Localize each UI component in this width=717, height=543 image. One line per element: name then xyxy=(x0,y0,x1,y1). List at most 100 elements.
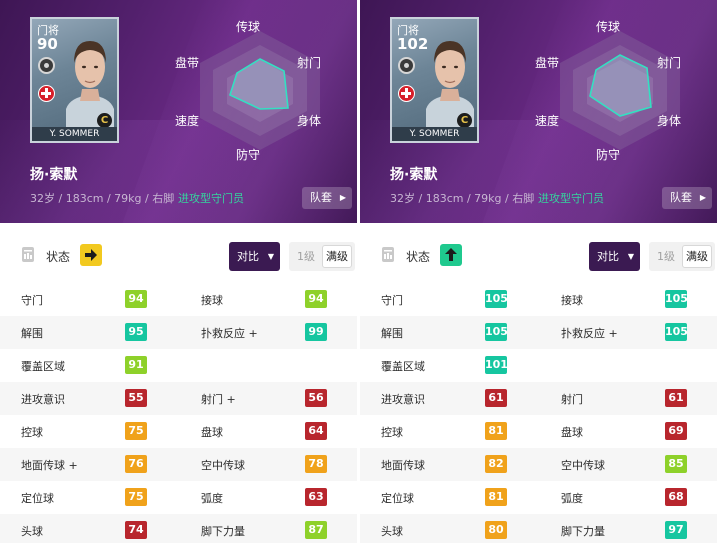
compare-button[interactable]: 对比 ▼ xyxy=(589,242,640,271)
level-1-button[interactable]: 1级 xyxy=(297,242,315,271)
squad-button-label: 队套 xyxy=(310,191,332,204)
stat-value: 61 xyxy=(485,389,507,407)
stat-value: 76 xyxy=(125,455,147,473)
radar-label-speed: 速度 xyxy=(535,114,560,128)
chevron-down-icon: ▼ xyxy=(627,252,634,261)
condition-indicator[interactable] xyxy=(440,244,462,266)
radar-label-physical: 身体 xyxy=(657,114,682,128)
status-icon xyxy=(382,247,394,262)
stat-row: 头球 80 脚下力量 97 xyxy=(360,514,717,543)
stat-name: 弧度 xyxy=(561,492,583,505)
level-1-button[interactable]: 1级 xyxy=(657,242,675,271)
stat-name: 射门 xyxy=(561,393,583,406)
stat-row: 覆盖区域 101 xyxy=(360,349,717,382)
stat-name: 接球 xyxy=(201,294,223,307)
stat-name: 守门 xyxy=(21,294,43,307)
stat-value: 69 xyxy=(665,422,687,440)
stat-name: 接球 xyxy=(561,294,583,307)
stat-row: 地面传球 + 76 空中传球 78 xyxy=(0,448,357,481)
player-portrait xyxy=(66,41,114,127)
stat-value: 105 xyxy=(665,323,688,341)
radar-label-defending: 防守 xyxy=(596,148,621,162)
player-panel-max: 门将 102 C Y. SOMMER 传球 射门 身体 防守 速度 盘带 扬·索… xyxy=(360,0,717,543)
stat-value: 94 xyxy=(305,290,327,308)
player-info: 32岁 / 183cm / 79kg / 右脚 xyxy=(390,192,535,205)
level-toggle: 1级 满级 xyxy=(289,242,355,271)
max-level-button[interactable]: 满级 xyxy=(682,245,712,268)
player-card[interactable]: 门将 90 C Y. SOMMER xyxy=(30,17,119,143)
stat-name: 覆盖区域 xyxy=(21,360,65,373)
status-label: 状态 xyxy=(46,250,71,264)
stat-name: 解围 xyxy=(381,327,403,340)
player-portrait xyxy=(426,41,474,127)
stat-value: 85 xyxy=(665,455,687,473)
stat-row: 进攻意识 61 射门 61 xyxy=(360,382,717,415)
stat-row: 地面传球 82 空中传球 85 xyxy=(360,448,717,481)
player-panel-base: 门将 90 C Y. SOMMER 传球 射门 身体 防守 速度 盘带 扬·索默… xyxy=(0,0,357,543)
compare-button[interactable]: 对比 ▼ xyxy=(229,242,280,271)
card-rating: 90 xyxy=(37,35,58,53)
stat-name: 守门 xyxy=(381,294,403,307)
radar-label-shooting: 射门 xyxy=(657,56,682,70)
squad-button-label: 队套 xyxy=(670,191,692,204)
stat-name: 定位球 xyxy=(21,492,54,505)
squad-button[interactable]: 队套 ▶ xyxy=(662,187,712,209)
stat-name: 空中传球 xyxy=(201,459,245,472)
stat-value: 74 xyxy=(125,521,147,539)
play-style[interactable]: 进攻型守门员 xyxy=(538,190,604,206)
condition-indicator[interactable] xyxy=(80,244,102,266)
ability-radar-chart: 传球 射门 身体 防守 速度 盘带 xyxy=(170,18,350,163)
stat-value: 64 xyxy=(305,422,327,440)
status-label: 状态 xyxy=(406,250,431,264)
stat-name: 扑救反应 + xyxy=(201,327,258,340)
stats-table: 守门 94 接球 94 解围 95 扑救反应 + 99 覆盖区域 91 进攻意识 55 射门 + 56 控球… xyxy=(0,283,357,543)
max-level-button[interactable]: 满级 xyxy=(322,245,352,268)
stat-name: 地面传球 + xyxy=(21,459,78,472)
stat-value: 99 xyxy=(305,323,327,341)
stat-value: 78 xyxy=(305,455,327,473)
player-info: 32岁 / 183cm / 79kg / 右脚 xyxy=(30,192,175,205)
stat-row: 定位球 75 弧度 63 xyxy=(0,481,357,514)
stat-row: 控球 75 盘球 64 xyxy=(0,415,357,448)
stat-name: 控球 xyxy=(21,426,43,439)
play-style[interactable]: 进攻型守门员 xyxy=(178,190,244,206)
stat-name: 脚下力量 xyxy=(201,525,245,538)
radar-label-dribbling: 盘带 xyxy=(535,56,560,70)
stat-value: 75 xyxy=(125,422,147,440)
stat-value: 105 xyxy=(665,290,688,308)
stat-row: 解围 95 扑救反应 + 99 xyxy=(0,316,357,349)
card-player-name: Y. SOMMER xyxy=(392,127,477,141)
stat-value: 105 xyxy=(485,323,508,341)
stat-row: 进攻意识 55 射门 + 56 xyxy=(0,382,357,415)
stat-name: 盘球 xyxy=(201,426,223,439)
player-name: 扬·索默 xyxy=(30,167,78,183)
stat-name: 头球 xyxy=(21,525,43,538)
squad-button[interactable]: 队套 ▶ xyxy=(302,187,352,209)
card-type-badge: C xyxy=(457,113,472,128)
stat-value: 61 xyxy=(665,389,687,407)
radar-label-physical: 身体 xyxy=(297,114,322,128)
switzerland-flag-icon xyxy=(38,85,55,102)
player-card[interactable]: 门将 102 C Y. SOMMER xyxy=(390,17,479,143)
stat-name: 进攻意识 xyxy=(381,393,425,406)
radar-label-dribbling: 盘带 xyxy=(175,56,200,70)
card-player-name: Y. SOMMER xyxy=(32,127,117,141)
stat-name: 地面传球 xyxy=(381,459,425,472)
up-arrow-icon xyxy=(445,248,457,261)
stat-name: 头球 xyxy=(381,525,403,538)
switzerland-flag-icon xyxy=(398,85,415,102)
compare-button-label: 对比 xyxy=(237,250,259,263)
radar-label-speed: 速度 xyxy=(175,114,200,128)
stat-value: 63 xyxy=(305,488,327,506)
stat-name: 定位球 xyxy=(381,492,414,505)
stat-name: 解围 xyxy=(21,327,43,340)
stat-name: 脚下力量 xyxy=(561,525,605,538)
stat-row: 头球 74 脚下力量 87 xyxy=(0,514,357,543)
level-toggle: 1级 满级 xyxy=(649,242,715,271)
radar-label-passing: 传球 xyxy=(236,20,261,34)
stat-row: 定位球 81 弧度 68 xyxy=(360,481,717,514)
stat-name: 进攻意识 xyxy=(21,393,65,406)
ability-radar-chart: 传球 射门 身体 防守 速度 盘带 xyxy=(530,18,710,163)
player-name: 扬·索默 xyxy=(390,167,438,183)
stats-toolbar: 状态 对比 ▼ 1级 满级 xyxy=(0,232,357,280)
